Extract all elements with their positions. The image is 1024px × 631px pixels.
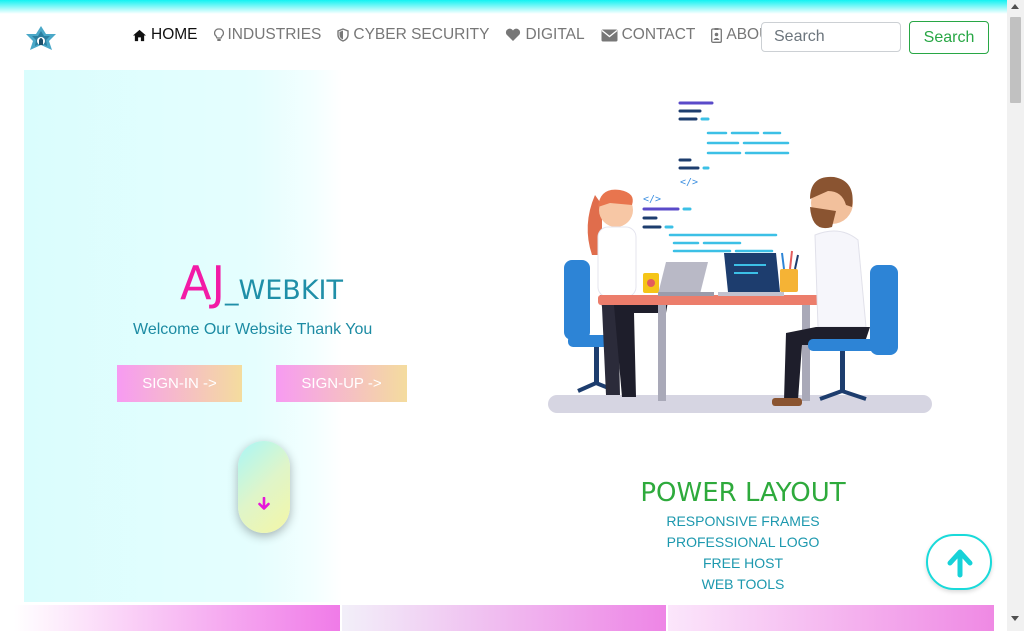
scroll-down-arrow-icon[interactable] [1011,616,1019,621]
arrow-up-icon [947,549,973,578]
nav-item-cyber-security[interactable]: CYBER SECURITY [337,26,489,44]
sign-up-button[interactable]: SIGN-UP -> [276,365,407,402]
sign-in-button[interactable]: SIGN-IN -> [117,365,242,402]
feature-item: WEB TOOLS [701,576,785,592]
nav-item-label: CONTACT [621,26,696,43]
heart-icon [506,28,521,41]
lightbulb-icon [213,28,224,41]
nav-item-contact[interactable]: CONTACT [601,26,696,44]
back-to-top-button[interactable] [926,534,992,590]
feature-item: FREE HOST [702,555,784,571]
logo-icon[interactable] [24,24,58,52]
home-icon [133,29,146,41]
nav-item-label: HOME [151,26,198,43]
nav-item-digital[interactable]: DIGITAL [505,26,585,44]
brand-main: AJ [180,256,226,310]
nav-item-label: INDUSTRIES [227,26,322,43]
svg-text:</>: </> [643,194,661,205]
arrow-down-icon [258,497,270,510]
scroll-down-button[interactable] [238,441,290,533]
card-preview [14,605,340,631]
features-title: POWER LAYOUT [640,478,846,508]
nav-links: HOME INDUSTRIES CYBER SECURITY DIGITAL C… [132,26,796,44]
navbar: HOME INDUSTRIES CYBER SECURITY DIGITAL C… [0,14,1007,62]
code-lines-graphic: </> </> [642,101,790,253]
svg-text:</>: </> [680,177,698,188]
hero-tagline: Welcome Our Website Thank You [133,321,373,338]
nav-item-label: DIGITAL [525,26,585,43]
feature-item: PROFESSIONAL LOGO [666,534,820,550]
card-preview [668,605,994,631]
nav-item-home[interactable]: HOME [132,26,198,44]
vertical-scrollbar[interactable] [1007,0,1024,631]
feature-item: RESPONSIVE FRAMES [666,513,820,529]
brand-sub: _WEBKIT [225,275,343,306]
scrollbar-thumb[interactable] [1010,17,1021,103]
shield-icon [337,28,350,42]
id-badge-icon [711,27,723,43]
search-input[interactable] [761,22,901,52]
nav-item-industries[interactable]: INDUSTRIES [213,26,322,44]
nav-item-label: CYBER SECURITY [353,26,490,43]
brand-title: AJ_WEBKIT [180,256,343,310]
card-preview [340,605,666,631]
coworkers-illustration: </> </> [548,101,932,413]
envelope-icon [601,29,618,41]
top-glow-bar [0,0,1007,14]
scroll-up-arrow-icon[interactable] [1011,4,1019,9]
search-button[interactable]: Search [909,21,989,54]
